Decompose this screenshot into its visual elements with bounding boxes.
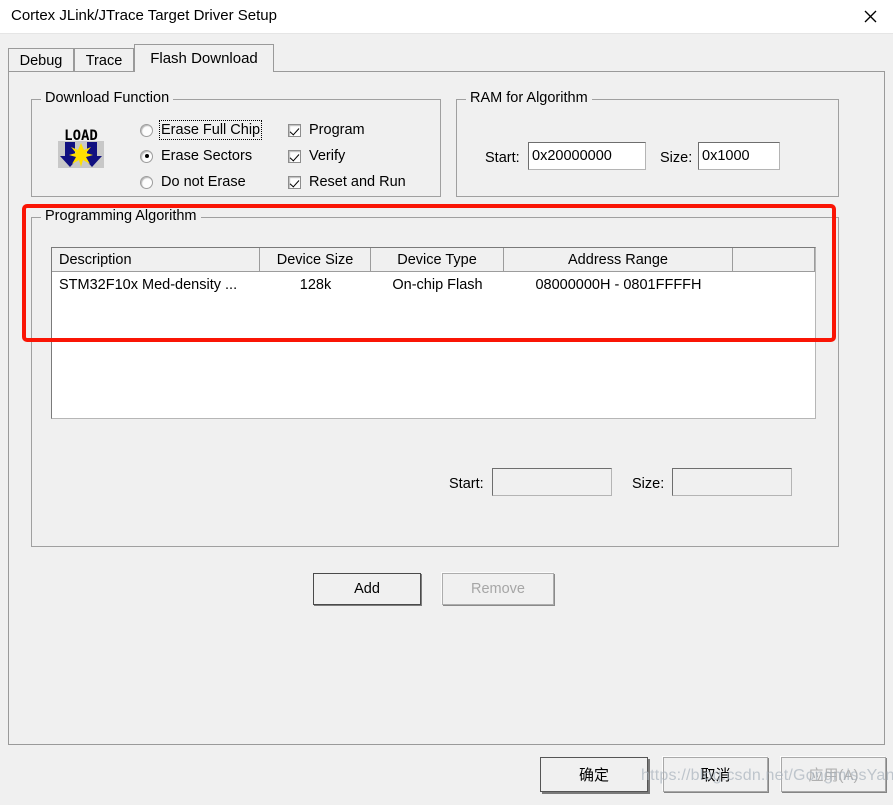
cell-description: STM32F10x Med-density ... — [59, 277, 238, 293]
column-header-device-type[interactable]: Device Type — [371, 248, 504, 272]
checkbox-reset-and-run-label: Reset and Run — [309, 174, 406, 190]
table-row[interactable]: STM32F10x Med-density ... 128k On-chip F… — [52, 272, 815, 298]
radio-erase-sectors-label: Erase Sectors — [161, 148, 253, 164]
tab-trace-label: Trace — [85, 52, 123, 69]
remove-button[interactable]: Remove — [442, 573, 554, 605]
ram-for-algorithm-group: RAM for Algorithm Start: 0x20000000 Size… — [456, 90, 839, 197]
checkbox-program[interactable]: Program — [288, 122, 365, 138]
tab-debug[interactable]: Debug — [8, 48, 74, 72]
radio-erase-sectors[interactable]: Erase Sectors — [140, 148, 252, 164]
ram-start-label: Start: — [485, 150, 520, 166]
ram-start-input[interactable]: 0x20000000 — [528, 142, 646, 170]
add-button[interactable]: Add — [313, 573, 421, 605]
radio-erase-full-chip-mark — [140, 123, 153, 137]
radio-do-not-erase[interactable]: Do not Erase — [140, 174, 246, 190]
load-icon: LOAD — [55, 124, 107, 172]
close-icon — [864, 10, 877, 23]
ram-size-input[interactable]: 0x1000 — [698, 142, 780, 170]
radio-do-not-erase-mark — [140, 175, 153, 189]
radio-do-not-erase-label: Do not Erase — [161, 174, 246, 190]
ok-button[interactable]: 确定 — [540, 757, 648, 792]
svg-text:LOAD: LOAD — [64, 128, 98, 144]
cell-extra — [733, 272, 815, 298]
tab-flash-download[interactable]: Flash Download — [134, 44, 274, 72]
cell-device-size: 128k — [299, 277, 332, 293]
cancel-button[interactable]: 取消 — [663, 757, 768, 792]
tab-strip: Debug Trace Flash Download — [8, 44, 885, 72]
tab-flash-download-label: Flash Download — [150, 50, 258, 67]
download-function-legend: Download Function — [41, 90, 174, 106]
checkbox-verify-label: Verify — [309, 148, 346, 164]
download-function-group: Download Function LOAD Erase Full Chip E… — [31, 90, 441, 197]
checkbox-reset-and-run[interactable]: Reset and Run — [288, 174, 406, 190]
programming-algorithm-group: Programming Algorithm Description Device… — [31, 208, 839, 547]
tab-debug-label: Debug — [19, 52, 63, 69]
checkbox-reset-and-run-mark — [288, 175, 301, 189]
programming-algorithm-list[interactable]: Description Device Size Device Type Addr… — [51, 247, 816, 419]
ram-size-label: Size: — [660, 150, 693, 166]
table-header-row: Description Device Size Device Type Addr… — [52, 248, 815, 272]
tab-trace[interactable]: Trace — [74, 48, 134, 72]
radio-erase-sectors-mark — [140, 149, 153, 163]
window-title: Cortex JLink/JTrace Target Driver Setup — [11, 7, 277, 24]
column-header-address-range[interactable]: Address Range — [504, 248, 733, 272]
algorithm-start-input[interactable] — [492, 468, 612, 496]
cell-device-type: On-chip Flash — [392, 277, 483, 293]
column-header-extra[interactable] — [733, 248, 815, 272]
programming-algorithm-legend: Programming Algorithm — [41, 208, 201, 224]
checkbox-verify-mark — [288, 149, 301, 163]
algorithm-size-label: Size: — [632, 476, 665, 492]
close-button[interactable] — [847, 0, 893, 32]
checkbox-verify[interactable]: Verify — [288, 148, 345, 164]
title-bar: Cortex JLink/JTrace Target Driver Setup — [0, 0, 893, 34]
column-header-device-size[interactable]: Device Size — [260, 248, 371, 272]
radio-erase-full-chip-label: Erase Full Chip — [158, 120, 263, 140]
apply-button[interactable]: 应用(A) — [781, 757, 886, 792]
radio-erase-full-chip[interactable]: Erase Full Chip — [140, 120, 263, 140]
tab-content-panel: Download Function LOAD Erase Full Chip E… — [8, 71, 885, 745]
column-header-description[interactable]: Description — [52, 248, 260, 272]
checkbox-program-mark — [288, 123, 301, 137]
checkbox-program-label: Program — [309, 122, 365, 138]
algorithm-size-input[interactable] — [672, 468, 792, 496]
ram-for-algorithm-legend: RAM for Algorithm — [466, 90, 592, 106]
cell-address-range: 08000000H - 0801FFFFH — [535, 277, 702, 293]
algorithm-start-label: Start: — [449, 476, 484, 492]
